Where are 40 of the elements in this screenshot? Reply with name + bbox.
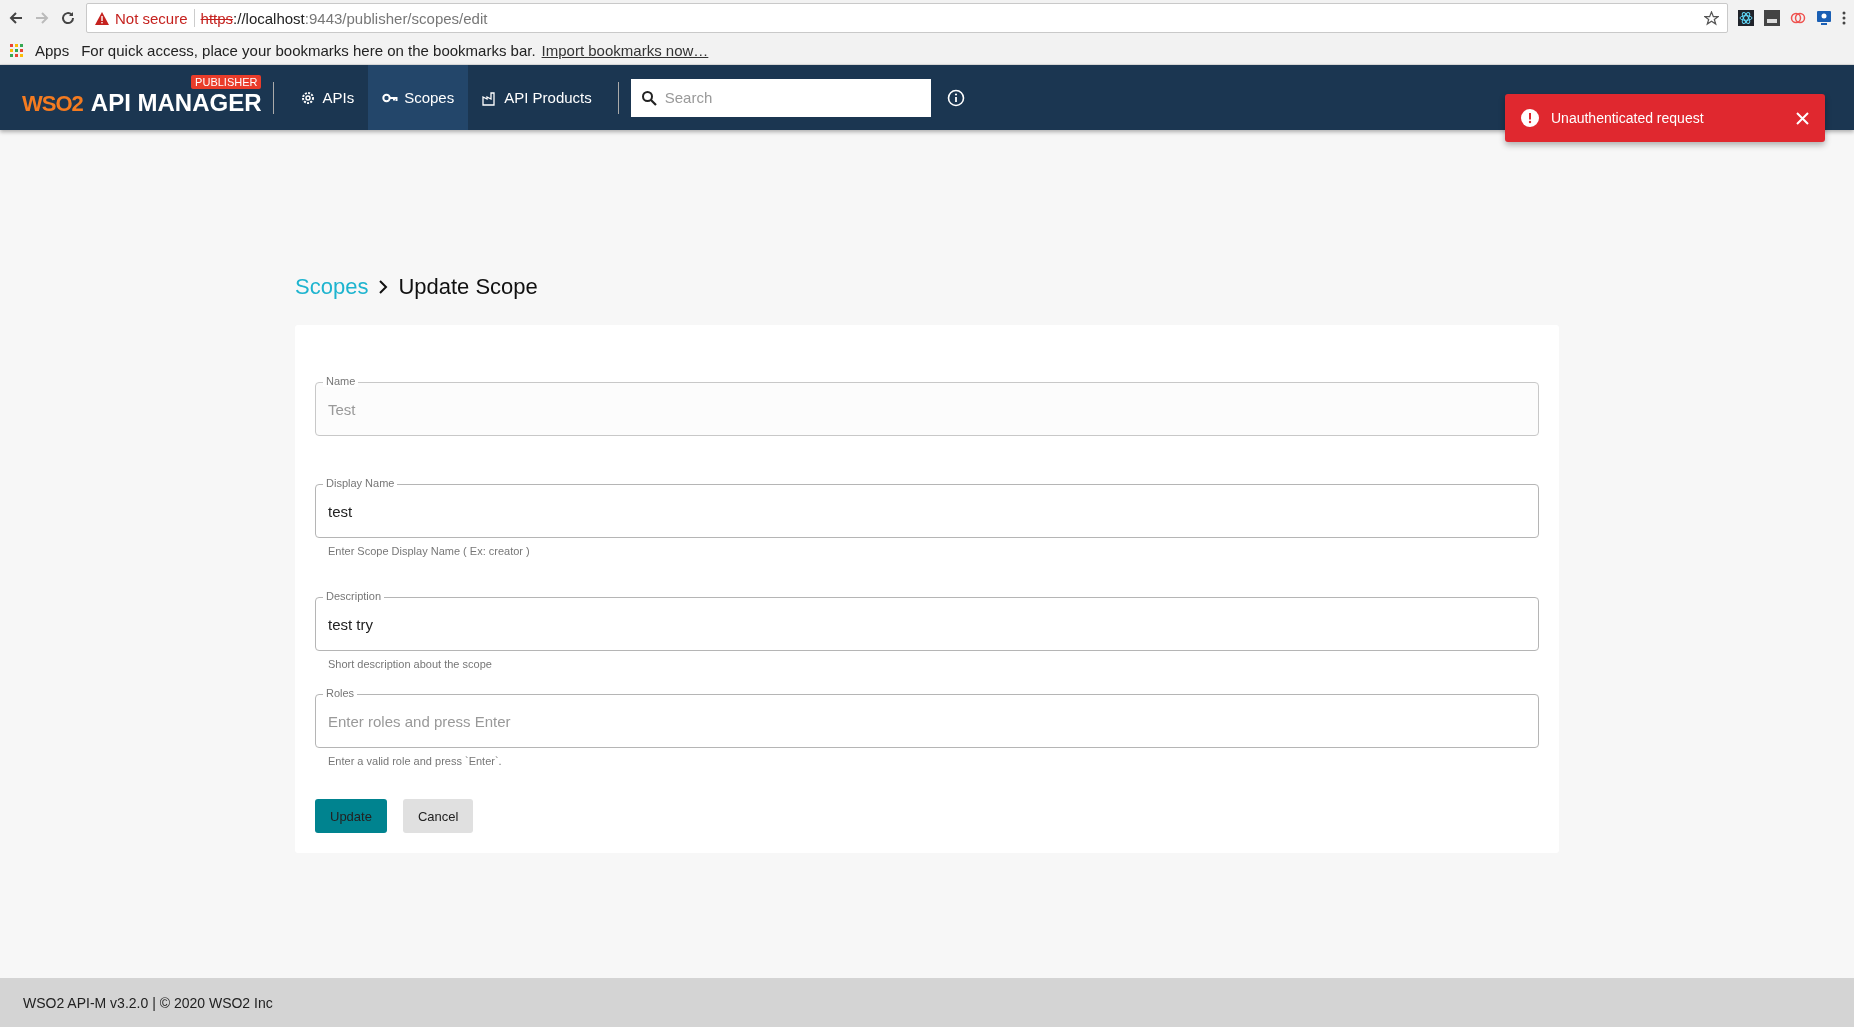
security-warning: Not secure (115, 9, 188, 27)
footer-text: WSO2 API-M v3.2.0 | © 2020 WSO2 Inc (23, 994, 273, 1011)
nav-tab[interactable]: Scopes (368, 65, 469, 130)
field-label: Description (323, 590, 385, 602)
monitor-icon[interactable] (1816, 10, 1832, 26)
logo[interactable]: WSO2 (22, 90, 83, 117)
toast-message: Unauthenticated request (1551, 110, 1705, 126)
address-bar[interactable]: Not secure https://localhost:9443/publisher/scopes/edit (86, 3, 1728, 33)
atom-icon[interactable] (1738, 10, 1754, 26)
info-icon[interactable] (946, 88, 965, 107)
reload-icon[interactable] (60, 10, 76, 26)
field-label: Roles (323, 687, 358, 699)
nav-tab[interactable]: API Products (468, 65, 606, 130)
apps-link[interactable]: Apps (35, 41, 70, 59)
publisher-badge: PUBLISHER (191, 74, 262, 89)
knot-icon[interactable] (1790, 10, 1806, 26)
gear-icon (300, 89, 317, 106)
apps-grid-icon[interactable] (10, 43, 23, 57)
back-icon[interactable] (8, 10, 24, 26)
helper-text: Short description about the scope (328, 658, 493, 670)
nav-tab[interactable]: APIs (286, 65, 369, 130)
cancel-button[interactable]: Cancel (402, 799, 474, 833)
menu-icon[interactable] (1842, 11, 1846, 25)
helper-text: Enter Scope Display Name ( Ex: creator ) (328, 545, 531, 557)
field-label: Name (323, 375, 359, 387)
extension-icon[interactable] (1764, 10, 1780, 26)
warning-icon (95, 11, 109, 25)
search-field[interactable]: Search (630, 78, 931, 117)
import-bookmarks-link[interactable]: Import bookmarks now… (541, 41, 709, 59)
bookmarks-message: For quick access, place your bookmarks here on the bookmarks bar. (81, 41, 536, 59)
chevron-icon (378, 280, 389, 294)
page-title: Update Scope (398, 274, 538, 300)
helper-text: Enter a valid role and press `Enter`. (328, 755, 503, 767)
error-icon (1521, 109, 1539, 127)
star-icon[interactable] (1704, 10, 1719, 26)
field-label: Display Name (323, 477, 398, 489)
close-icon[interactable] (1796, 111, 1809, 125)
url-text: https://localhost:9443/publisher/scopes/edit (200, 9, 488, 27)
update-button[interactable]: Update (315, 799, 387, 833)
product-name: API MANAGER (90, 88, 262, 117)
